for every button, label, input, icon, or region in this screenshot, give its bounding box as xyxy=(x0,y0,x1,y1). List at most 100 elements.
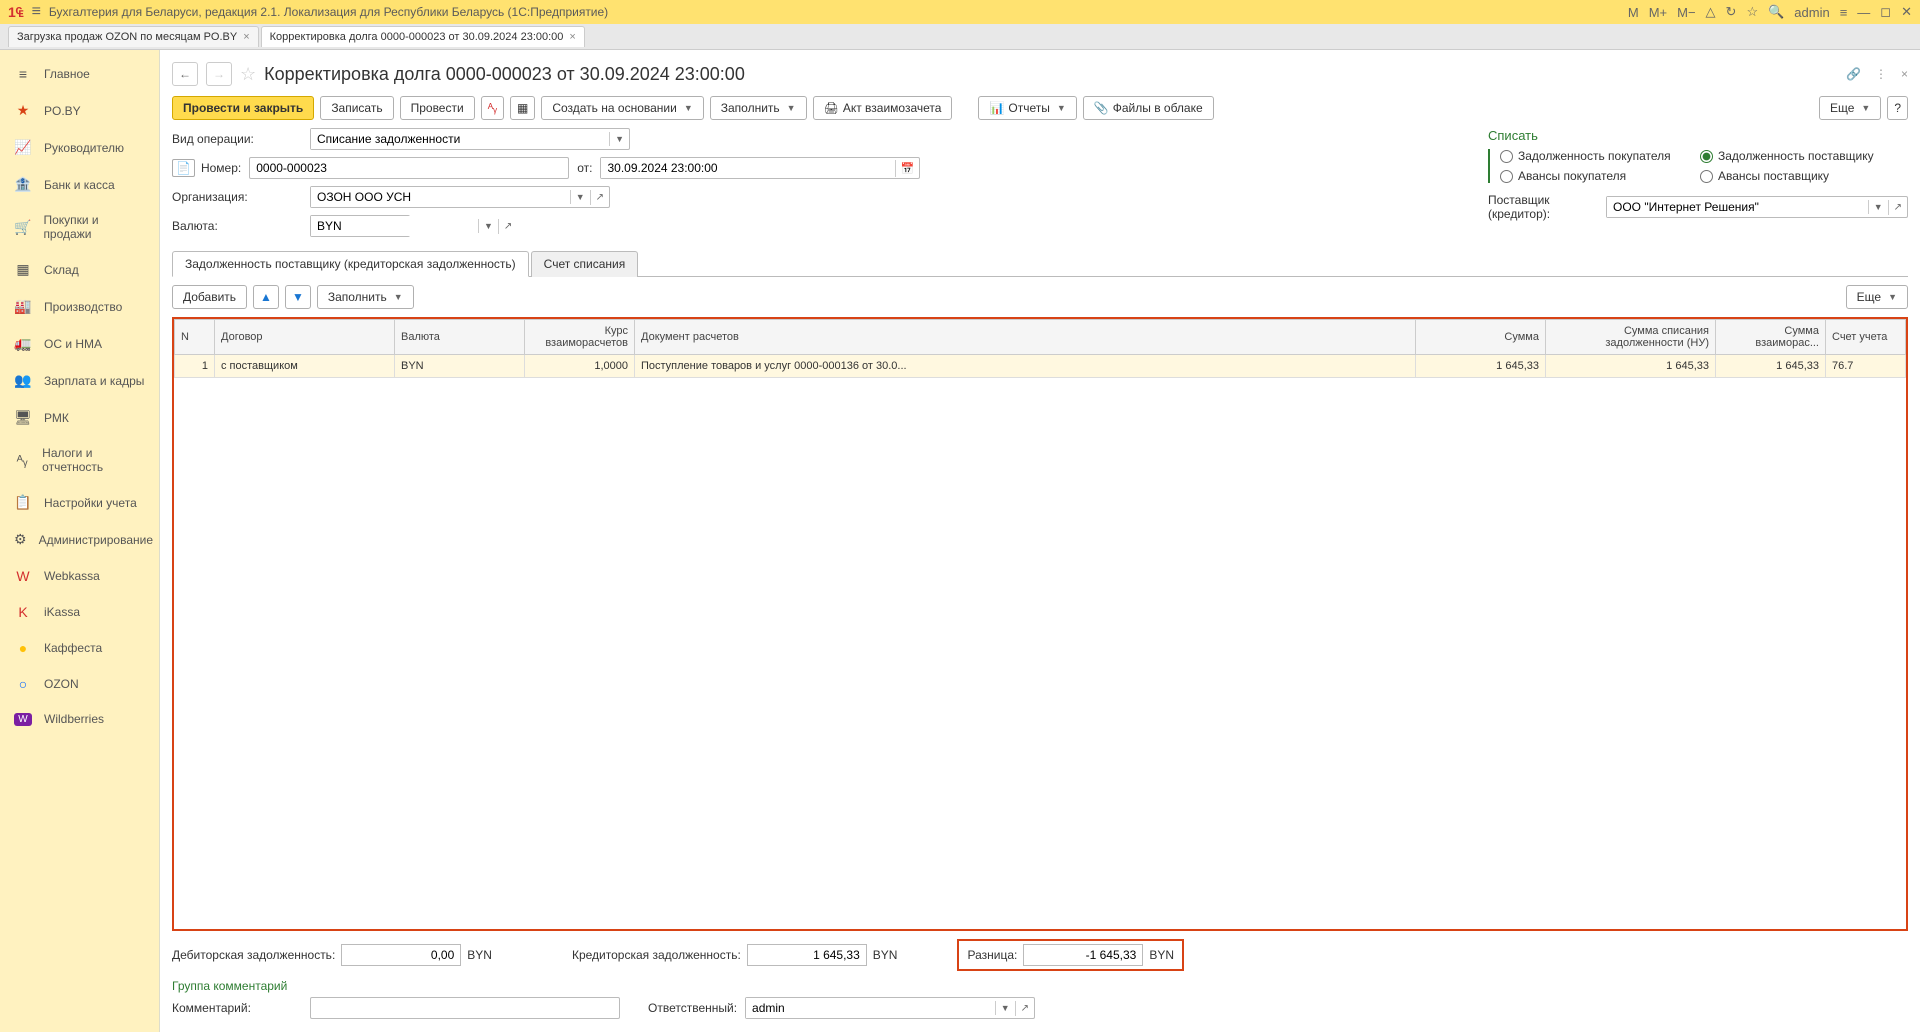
table-row[interactable]: 1 с поставщиком BYN 1,0000 Поступление т… xyxy=(175,355,1906,378)
supplier-select[interactable]: ▼ ↗ xyxy=(1606,196,1908,218)
history-icon[interactable]: ↻ xyxy=(1726,4,1737,20)
col-sum-nu[interactable]: Сумма списания задолженности (НУ) xyxy=(1546,320,1716,355)
org-select[interactable]: ▼ ↗ xyxy=(310,186,610,208)
settings-icon[interactable]: ≡ xyxy=(1840,5,1848,20)
open-icon[interactable]: ↗ xyxy=(498,219,517,234)
bell-icon[interactable]: △ xyxy=(1706,4,1716,20)
close-doc-icon[interactable]: × xyxy=(1901,67,1908,81)
sidebar-item-settings[interactable]: 📋Настройки учета xyxy=(0,484,159,521)
sidebar-item-main[interactable]: ≡Главное xyxy=(0,56,159,92)
create-based-button[interactable]: Создать на основании▼ xyxy=(541,96,703,120)
sidebar-item-hr[interactable]: 👥Зарплата и кадры xyxy=(0,362,159,399)
supplier-input[interactable] xyxy=(1607,197,1868,217)
radio-buyer-debt[interactable]: Задолженность покупателя xyxy=(1500,149,1680,163)
chevron-down-icon[interactable]: ▼ xyxy=(995,1001,1015,1015)
col-rate[interactable]: Курс взаиморасчетов xyxy=(525,320,635,355)
maximize-icon[interactable]: ◻ xyxy=(1880,4,1891,20)
reports-button[interactable]: 📊Отчеты▼ xyxy=(978,96,1076,120)
open-icon[interactable]: ↗ xyxy=(1015,1001,1034,1016)
col-currency[interactable]: Валюта xyxy=(395,320,525,355)
m-button[interactable]: M xyxy=(1628,5,1639,20)
col-sum-vz[interactable]: Сумма взаиморас... xyxy=(1716,320,1826,355)
radio-supplier-advance[interactable]: Авансы поставщику xyxy=(1700,169,1880,183)
help-button[interactable]: ? xyxy=(1887,96,1908,120)
more-button[interactable]: Еще▼ xyxy=(1819,96,1881,120)
debt-table[interactable]: N Договор Валюта Курс взаиморасчетов Док… xyxy=(174,319,1906,378)
sidebar-item-tax[interactable]: ᴬᵧНалоги и отчетность xyxy=(0,436,159,484)
more-menu-icon[interactable]: ⋮ xyxy=(1869,67,1893,81)
star-icon[interactable]: ☆ xyxy=(1746,4,1758,20)
favorite-star-icon[interactable]: ☆ xyxy=(240,64,256,85)
tab-close-icon[interactable]: × xyxy=(243,31,249,43)
minimize-icon[interactable]: — xyxy=(1857,5,1870,20)
date-field[interactable] xyxy=(601,158,894,178)
number-input[interactable] xyxy=(249,157,569,179)
subtab-account[interactable]: Счет списания xyxy=(531,251,639,277)
responsible-select[interactable]: ▼ ↗ xyxy=(745,997,1035,1019)
sidebar-item-sales[interactable]: 🛒Покупки и продажи xyxy=(0,203,159,251)
open-icon[interactable]: ↗ xyxy=(1888,200,1907,215)
sidebar-item-wildberries[interactable]: WWildberries xyxy=(0,702,159,736)
save-button[interactable]: Записать xyxy=(320,96,393,120)
link-icon[interactable]: 🔗 xyxy=(1846,67,1861,81)
org-input[interactable] xyxy=(311,187,570,207)
cell-sum[interactable]: 1 645,33 xyxy=(1416,355,1546,378)
cell-doc[interactable]: Поступление товаров и услуг 0000-000136 … xyxy=(635,355,1416,378)
tab-ozon-load[interactable]: Загрузка продаж OZON по месяцам PO.BY × xyxy=(8,26,259,47)
col-n[interactable]: N xyxy=(175,320,215,355)
sidebar-item-warehouse[interactable]: ▦Склад xyxy=(0,251,159,288)
dtkt-button[interactable]: ᴬᵧ xyxy=(481,96,504,120)
date-input[interactable]: 📅 xyxy=(600,157,920,179)
user-label[interactable]: admin xyxy=(1794,5,1829,20)
op-type-select[interactable]: ▼ xyxy=(310,128,630,150)
open-icon[interactable]: ↗ xyxy=(590,190,609,205)
move-up-button[interactable]: ▲ xyxy=(253,285,279,309)
sidebar-item-bank[interactable]: 🏦Банк и касса xyxy=(0,166,159,203)
sidebar-item-kaffesta[interactable]: ●Каффеста xyxy=(0,630,159,666)
structure-button[interactable]: ▦ xyxy=(510,96,535,120)
cell-currency[interactable]: BYN xyxy=(395,355,525,378)
search-icon[interactable]: 🔍 xyxy=(1768,4,1784,20)
sidebar-item-webkassa[interactable]: WWebkassa xyxy=(0,558,159,594)
post-button[interactable]: Провести xyxy=(400,96,475,120)
cell-‑sum-nu[interactable]: 1 645,33 xyxy=(1546,355,1716,378)
move-down-button[interactable]: ▼ xyxy=(285,285,311,309)
currency-input[interactable] xyxy=(311,216,478,236)
files-button[interactable]: 📎Файлы в облаке xyxy=(1083,96,1214,120)
forward-button[interactable]: → xyxy=(206,62,232,86)
op-type-input[interactable] xyxy=(311,129,609,149)
comment-input[interactable] xyxy=(310,997,620,1019)
chevron-down-icon[interactable]: ▼ xyxy=(609,132,629,146)
offset-button[interactable]: 🖨Акт взаимозачета xyxy=(813,96,953,120)
creditor-input[interactable] xyxy=(747,944,867,966)
cell-rate[interactable]: 1,0000 xyxy=(525,355,635,378)
fill-button[interactable]: Заполнить▼ xyxy=(710,96,807,120)
doc-icon[interactable]: 📄 xyxy=(172,159,195,177)
currency-select[interactable]: ▼ ↗ xyxy=(310,215,410,237)
tab-close-icon[interactable]: × xyxy=(569,31,575,43)
mminus-button[interactable]: M− xyxy=(1677,5,1695,20)
radio-buyer-advance[interactable]: Авансы покупателя xyxy=(1500,169,1680,183)
sidebar-item-manager[interactable]: 📈Руководителю xyxy=(0,129,159,166)
sidebar-item-ikassa[interactable]: KiKassa xyxy=(0,594,159,630)
comment-group-link[interactable]: Группа комментарий xyxy=(172,975,1908,997)
sidebar-item-assets[interactable]: 🚛ОС и НМА xyxy=(0,325,159,362)
col-doc[interactable]: Документ расчетов xyxy=(635,320,1416,355)
post-close-button[interactable]: Провести и закрыть xyxy=(172,96,314,120)
cell-sum-vz[interactable]: 1 645,33 xyxy=(1716,355,1826,378)
debitor-input[interactable] xyxy=(341,944,461,966)
cell-n[interactable]: 1 xyxy=(175,355,215,378)
table-fill-button[interactable]: Заполнить▼ xyxy=(317,285,414,309)
table-more-button[interactable]: Еще▼ xyxy=(1846,285,1908,309)
subtab-debt[interactable]: Задолженность поставщику (кредиторская з… xyxy=(172,251,529,277)
sidebar-item-production[interactable]: 🏭Производство xyxy=(0,288,159,325)
radio-supplier-debt[interactable]: Задолженность поставщику xyxy=(1700,149,1880,163)
col-sum[interactable]: Сумма xyxy=(1416,320,1546,355)
chevron-down-icon[interactable]: ▼ xyxy=(1868,200,1888,214)
chevron-down-icon[interactable]: ▼ xyxy=(478,219,498,233)
sidebar-item-poby[interactable]: ★PO.BY xyxy=(0,92,159,129)
col-contract[interactable]: Договор xyxy=(215,320,395,355)
chevron-down-icon[interactable]: ▼ xyxy=(570,190,590,204)
tab-debt-adjust[interactable]: Корректировка долга 0000-000023 от 30.09… xyxy=(261,26,585,47)
cell-contract[interactable]: с поставщиком xyxy=(215,355,395,378)
